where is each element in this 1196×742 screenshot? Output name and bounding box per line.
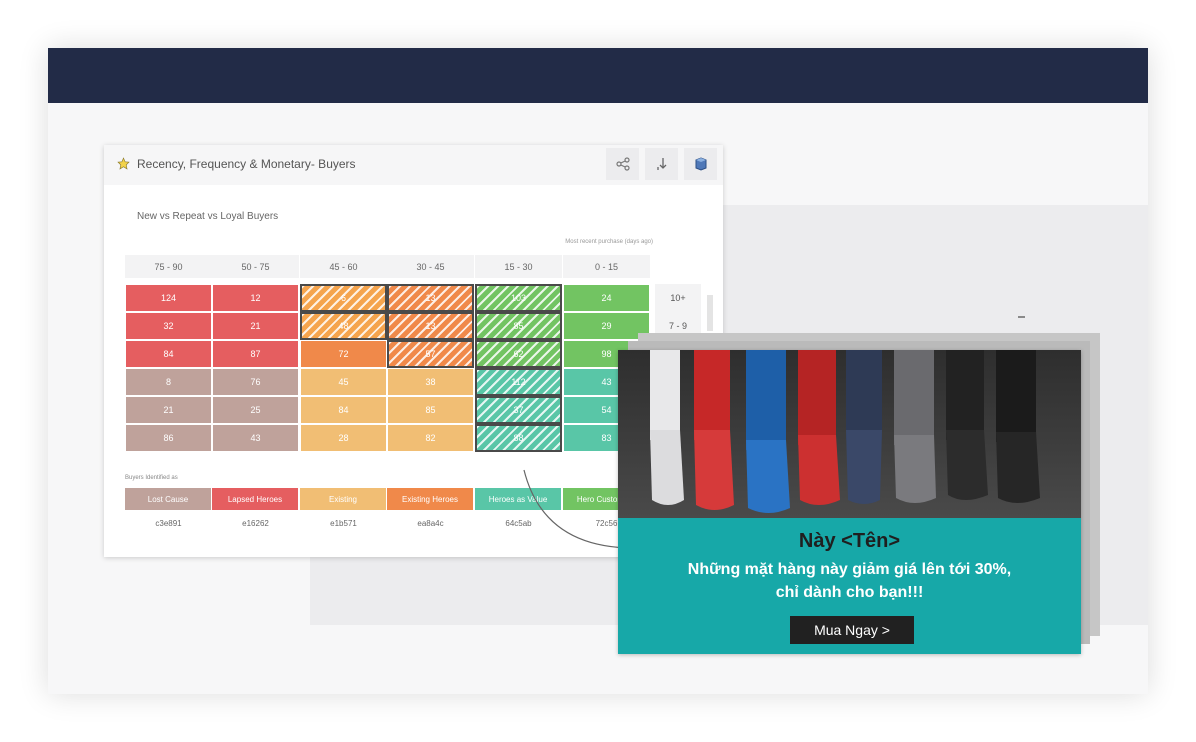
promo-content: Này <Tên> Những mặt hàng này giảm giá lê…	[618, 518, 1081, 654]
app-window: Recency, Frequency & Monetary- Buyers Ne…	[48, 48, 1148, 694]
shoe-black	[946, 350, 988, 500]
shoe-navy	[846, 350, 882, 504]
promo-greeting: Này <Tên>	[798, 530, 901, 552]
shoe-white	[650, 350, 684, 505]
background-dash	[1018, 316, 1025, 318]
promo-banner: Này <Tên> Những mặt hàng này giảm giá lê…	[618, 350, 1081, 654]
sneakers-photo	[618, 350, 1081, 518]
buy-now-button[interactable]: Mua Ngay >	[790, 616, 914, 644]
shoe-red	[694, 350, 734, 510]
shoe-grey	[894, 350, 936, 503]
shoe-red-2	[798, 350, 840, 505]
top-navigation-bar	[48, 48, 1148, 103]
shoe-black-2	[996, 350, 1040, 503]
promo-text-line2: chỉ dành cho bạn!!!	[775, 584, 924, 601]
shoe-blue	[746, 350, 790, 513]
promo-text-line1: Những mặt hàng này giảm giá lên tới 30%,	[687, 561, 1012, 578]
